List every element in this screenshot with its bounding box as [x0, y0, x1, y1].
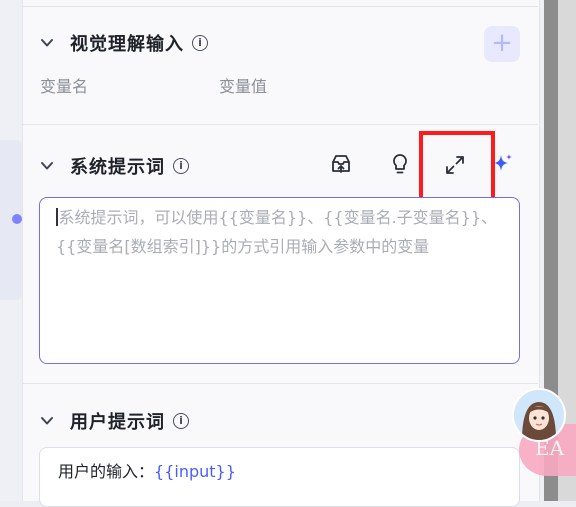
system-prompt-header[interactable]: 系统提示词 i	[40, 153, 189, 179]
divider	[22, 124, 538, 125]
chevron-down-icon[interactable]	[40, 36, 54, 50]
variable-name-header: 变量名	[40, 77, 89, 96]
info-icon[interactable]: i	[173, 158, 189, 174]
divider	[22, 6, 538, 7]
user-prompt-input[interactable]: 用户的输入：{{input}}	[39, 447, 520, 507]
system-prompt-placeholder: 系统提示词，可以使用{{变量名}}、{{变量名.子变量名}}、{{变量名[数组索…	[56, 208, 498, 256]
system-prompt-input[interactable]: 系统提示词，可以使用{{变量名}}、{{变量名.子变量名}}、{{变量名[数组索…	[39, 197, 520, 364]
user-prompt-header[interactable]: 用户提示词 i	[40, 408, 189, 434]
prompt-library-icon[interactable]	[329, 152, 353, 176]
divider	[22, 383, 538, 384]
vision-input-title: 视觉理解输入	[70, 34, 184, 55]
user-prompt-title: 用户提示词	[70, 412, 165, 433]
lightbulb-icon[interactable]	[388, 152, 412, 176]
user-prompt-text: 用户的输入：	[58, 462, 155, 481]
vision-input-header[interactable]: 视觉理解输入 i	[40, 30, 208, 56]
connection-port[interactable]	[12, 214, 22, 224]
system-prompt-title: 系统提示词	[70, 157, 165, 178]
add-vision-input-button[interactable]: +	[484, 26, 520, 62]
text-caret	[56, 208, 58, 226]
chevron-down-icon[interactable]	[40, 159, 54, 173]
input-variable-token: {{input}}	[154, 462, 236, 481]
info-icon[interactable]: i	[192, 35, 208, 51]
assistant-avatar-illustration	[514, 390, 564, 440]
chevron-down-icon[interactable]	[40, 414, 54, 428]
assistant-avatar[interactable]	[512, 388, 566, 442]
variable-value-header: 变量值	[219, 77, 268, 96]
info-icon[interactable]: i	[173, 413, 189, 429]
